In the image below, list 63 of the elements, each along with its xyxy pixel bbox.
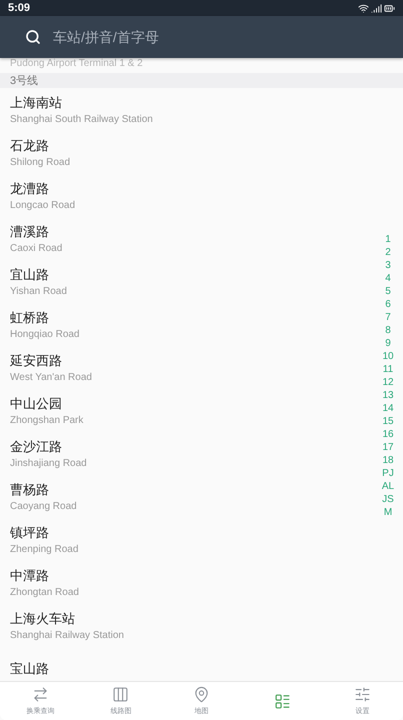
- location-pin-icon: [192, 686, 210, 703]
- index-item[interactable]: AL: [382, 480, 394, 493]
- index-item[interactable]: 5: [385, 285, 391, 298]
- station-name: 中潭路: [10, 567, 49, 585]
- index-item[interactable]: 8: [385, 324, 391, 337]
- status-time: 5:09: [8, 2, 30, 14]
- map-columns-icon: [112, 686, 130, 703]
- station-name: 上海南站: [10, 94, 62, 112]
- station-name: 金沙江路: [10, 438, 62, 456]
- list-icon: [274, 692, 291, 710]
- station-name: 曹杨路: [10, 481, 49, 499]
- index-item[interactable]: 3: [385, 259, 391, 272]
- wifi-icon: [358, 2, 369, 14]
- station-name: 龙漕路: [10, 180, 49, 198]
- station-name: 上海火车站: [10, 610, 75, 628]
- station-name: 中山公园: [10, 395, 62, 413]
- station-english-name: Longcao Road: [10, 200, 76, 211]
- index-item[interactable]: 1: [385, 233, 391, 246]
- index-item[interactable]: 17: [382, 441, 394, 454]
- station-english-name: Caoxi Road: [10, 243, 62, 254]
- station-english-name: Shilong Road: [10, 157, 70, 168]
- transfer-icon: [32, 686, 49, 703]
- station-english-name: Jinshajiang Road: [10, 458, 87, 469]
- station-name: 宜山路: [10, 266, 49, 284]
- station-english-name: Zhenping Road: [10, 544, 78, 555]
- section-header: 3号线: [10, 74, 38, 88]
- index-item[interactable]: M: [384, 506, 392, 519]
- search-bar[interactable]: 车站/拼音/首字母: [0, 16, 403, 58]
- station-name: 漕溪路: [10, 223, 49, 241]
- station-english-name: Caoyang Road: [10, 501, 77, 512]
- index-item[interactable]: 7: [385, 311, 391, 324]
- battery-icon: [384, 2, 395, 14]
- index-item[interactable]: 6: [385, 298, 391, 311]
- station-name: 虹桥路: [10, 309, 49, 327]
- index-item[interactable]: JS: [382, 493, 394, 506]
- station-english-name: West Yan'an Road: [10, 372, 92, 383]
- index-item[interactable]: 4: [385, 272, 391, 285]
- index-item[interactable]: 15: [382, 415, 394, 428]
- index-item[interactable]: 12: [382, 376, 394, 389]
- station-name: 镇坪路: [10, 524, 49, 542]
- index-item[interactable]: 2: [385, 246, 391, 259]
- station-english-name: Pudong Airport Terminal 1 & 2: [10, 58, 143, 70]
- index-item[interactable]: 11: [382, 363, 394, 376]
- station-english-name: Yishan Road: [10, 286, 67, 297]
- station-english-name: Shanghai South Railway Station: [10, 114, 153, 125]
- signal-icon: [371, 2, 382, 14]
- index-item[interactable]: 9: [385, 337, 391, 350]
- station-name: 延安西路: [10, 352, 62, 370]
- settings-icon: [354, 686, 372, 703]
- index-item[interactable]: 14: [382, 402, 394, 415]
- station-english-name: Zhongshan Park: [10, 415, 84, 426]
- search-field[interactable]: 车站/拼音/首字母: [51, 28, 355, 46]
- index-item[interactable]: 16: [382, 428, 394, 441]
- index-item[interactable]: 18: [382, 454, 394, 467]
- station-english-name: Zhongtan Road: [10, 587, 79, 598]
- station-name: 宝山路: [10, 660, 49, 678]
- index-item[interactable]: 13: [382, 389, 394, 402]
- station-english-name: Shanghai Railway Station: [10, 630, 124, 641]
- station-english-name: Hongqiao Road: [10, 329, 80, 340]
- search-icon: [25, 29, 41, 45]
- station-name: 石龙路: [10, 137, 49, 155]
- index-item[interactable]: PJ: [382, 467, 394, 480]
- index-item[interactable]: 10: [382, 350, 394, 363]
